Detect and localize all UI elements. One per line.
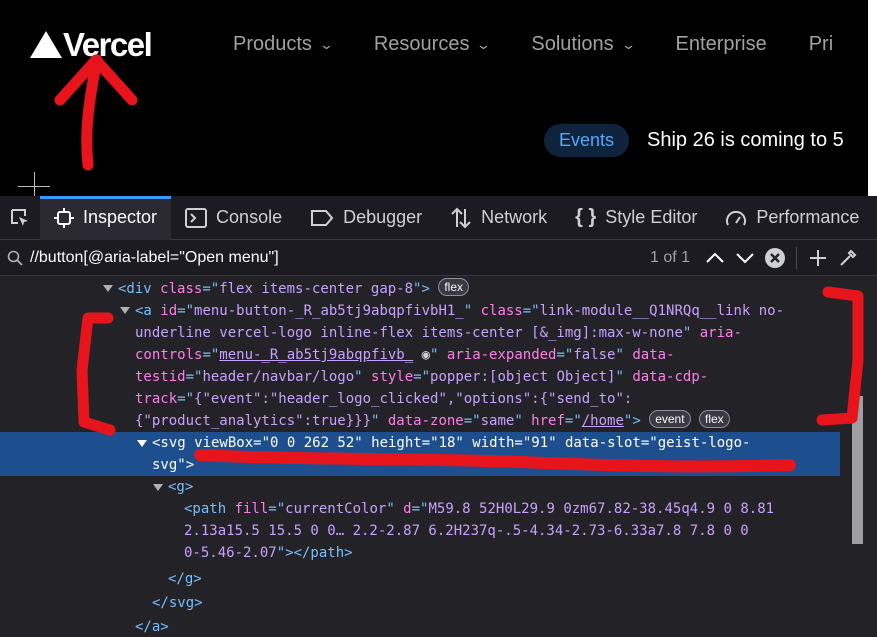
markup-node-svg[interactable]: <svg viewBox="0 0 262 52" height="18" wi…	[152, 432, 877, 454]
markup-node-svg-cont: svg">	[152, 454, 877, 476]
toolbar-separator	[796, 246, 797, 269]
tab-inspector[interactable]: Inspector	[40, 195, 172, 240]
tab-label: Debugger	[343, 207, 423, 227]
tab-style-editor[interactable]: { } Style Editor	[561, 196, 711, 240]
target-node-icon[interactable]: ◉	[422, 347, 430, 363]
tab-debugger[interactable]: Debugger	[296, 196, 436, 240]
markup-node-path[interactable]: <path fill="currentColor" d="M59.8 52H0L…	[184, 498, 877, 520]
expand-twisty-icon[interactable]	[120, 307, 130, 314]
tab-label: Style Editor	[605, 207, 698, 227]
triangle-logo-icon	[30, 31, 62, 58]
markup-node-a[interactable]: <a id="menu-button-_R_ab5tj9abqpfivbH1_"…	[135, 300, 877, 322]
markup-node-g[interactable]: <g>	[168, 476, 877, 498]
page-edge	[868, 0, 877, 196]
tab-label: Console	[216, 207, 283, 227]
chevron-down-icon: ⌄	[620, 36, 636, 52]
eyedropper-button[interactable]	[833, 243, 863, 273]
tag-text: <g>	[168, 479, 194, 495]
network-icon	[450, 207, 472, 229]
markup-scrollbar[interactable]	[852, 396, 863, 544]
performance-icon	[725, 208, 747, 228]
chevron-up-icon	[706, 252, 724, 263]
markup-node-svg-close: </svg>	[152, 592, 877, 614]
nav-enterprise[interactable]: Enterprise	[676, 33, 767, 56]
markup-node-g-close: </g>	[168, 568, 877, 590]
nav-label: Solutions	[531, 33, 614, 55]
svg-tag-text: <svg viewBox="0 0 262 52" height="18" wi…	[152, 435, 751, 451]
element-picker-button[interactable]	[0, 196, 40, 240]
nav-products[interactable]: Products ⌄	[233, 33, 335, 56]
markup-attr-line: controls="menu-_R_ab5tj9abqpfivb_ ◉" ari…	[135, 347, 675, 363]
attr-value: flex items-center gap-8	[219, 281, 414, 297]
expand-twisty-icon[interactable]	[137, 440, 147, 447]
inspector-icon	[54, 207, 74, 228]
chevron-down-icon: ⌄	[318, 36, 335, 52]
chevron-down-icon	[736, 252, 754, 263]
eyedropper-icon	[840, 249, 857, 266]
next-result-button[interactable]	[730, 243, 760, 273]
console-icon	[185, 207, 208, 228]
website-header: Vercel Products ⌄ Resources ⌄ Solutions ⌄ E…	[0, 0, 877, 196]
nav-pricing[interactable]: Pri	[809, 33, 833, 56]
markup-node-div[interactable]: <div class="flex items-center gap-8"> fl…	[118, 278, 877, 300]
vercel-logo[interactable]: Vercel	[30, 26, 153, 63]
expand-twisty-icon[interactable]	[103, 285, 113, 292]
nav-label: Pri	[808, 33, 834, 55]
clear-search-button[interactable]	[760, 243, 790, 273]
tab-performance[interactable]: Performance	[711, 196, 873, 240]
debugger-icon	[310, 209, 334, 227]
previous-result-button[interactable]	[700, 243, 730, 273]
tab-network[interactable]: Network	[436, 196, 561, 240]
tab-label: Network	[481, 207, 548, 227]
chevron-down-icon: ⌄	[476, 36, 492, 52]
markup-attr-line: underline vercel-logo inline-flex items-…	[135, 325, 742, 341]
markup-node-a-close: </a>	[135, 616, 877, 637]
logo-text: Vercel	[63, 26, 153, 63]
flex-badge[interactable]: flex	[438, 278, 470, 296]
nav-label: Enterprise	[675, 33, 767, 55]
close-circle-icon	[765, 247, 785, 268]
main-nav: Products ⌄ Resources ⌄ Solutions ⌄ Enterpri…	[233, 33, 875, 56]
tab-label: Performance	[756, 207, 860, 227]
tab-label: Inspector	[83, 207, 158, 227]
search-icon	[0, 250, 30, 266]
event-badge[interactable]: event	[649, 410, 691, 428]
nav-solutions[interactable]: Solutions ⌄	[531, 33, 636, 56]
devtools-toolbar: Inspector Console Debugger Network { } S…	[0, 195, 877, 240]
markup-attr-line: testid="header/navbar/logo" style="poppe…	[135, 369, 709, 385]
nav-label: Resources	[373, 33, 470, 55]
tag-text: </g>	[168, 571, 202, 587]
nav-resources[interactable]: Resources ⌄	[373, 33, 492, 56]
search-input[interactable]	[30, 248, 650, 267]
add-node-button[interactable]	[803, 243, 833, 273]
element-picker-icon	[11, 208, 28, 226]
nav-label: Products	[233, 33, 312, 55]
devtools-panel: Inspector Console Debugger Network { } S…	[0, 195, 877, 637]
markup-attr-line: {"product_analytics":true}}}" data-zone=…	[135, 410, 877, 432]
events-badge[interactable]: Events	[544, 124, 630, 157]
markup-attr-line: 2.13a15.5 15.5 0 0… 2.2-2.87 6.2H237q-.5…	[184, 523, 749, 539]
plus-icon	[810, 249, 826, 266]
flex-badge[interactable]: flex	[699, 410, 730, 428]
tab-console[interactable]: Console	[171, 196, 296, 240]
markup-attr-line: 0-5.46-2.07"></path>	[184, 545, 353, 561]
announcement-text[interactable]: Ship 26 is coming to 5	[647, 129, 844, 152]
tag-text: </a>	[135, 619, 169, 635]
crosshair-cursor-line	[34, 172, 35, 196]
markup-attr-line: track="{"event":"header_logo_clicked","o…	[135, 391, 633, 407]
markup-view: <div class="flex items-center gap-8"> fl…	[0, 276, 877, 637]
style-editor-icon: { }	[575, 206, 597, 228]
tag-text: </svg>	[152, 595, 203, 611]
expand-twisty-icon[interactable]	[153, 484, 163, 491]
markup-search-bar: 1 of 1	[0, 240, 877, 276]
svg-tag-text: svg">	[152, 457, 195, 473]
search-result-count: 1 of 1	[649, 248, 690, 266]
